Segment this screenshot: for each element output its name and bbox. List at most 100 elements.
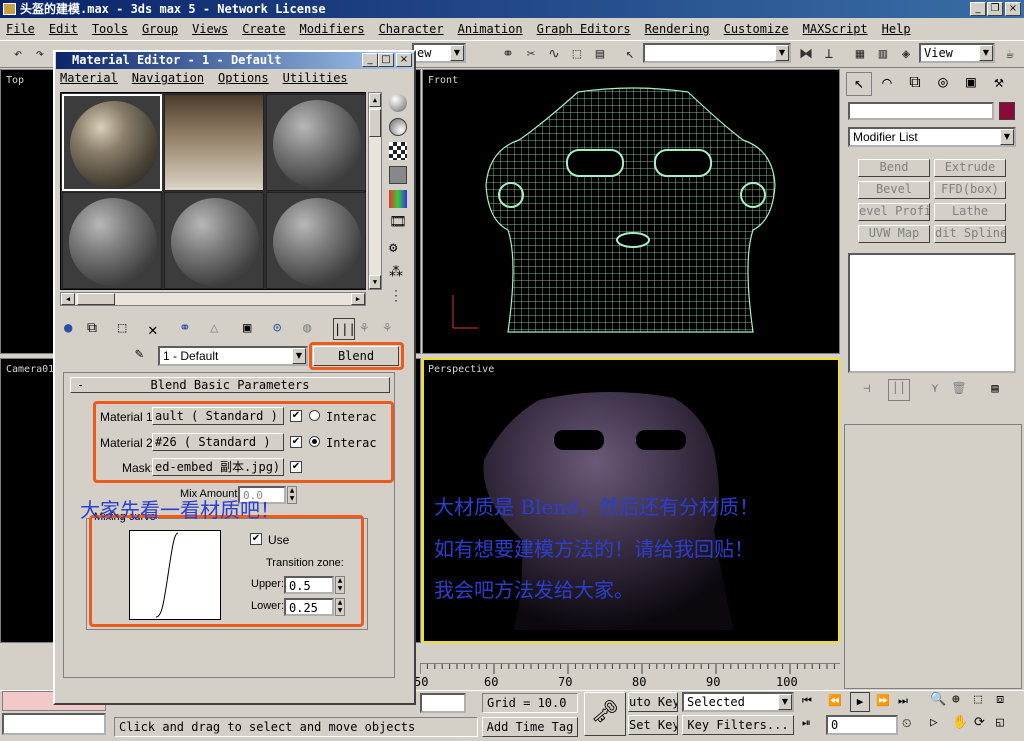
- maxscript-listener[interactable]: [2, 713, 106, 735]
- select-icon[interactable]: ⬚: [567, 44, 587, 64]
- field-of-view-icon[interactable]: ▷: [930, 715, 948, 730]
- configure-sets-icon[interactable]: ▤: [986, 381, 1004, 399]
- bend-button[interactable]: Bend: [858, 159, 930, 177]
- zoom-icon[interactable]: 🔍: [930, 692, 948, 707]
- menu-character[interactable]: Character: [379, 22, 444, 36]
- sample-slot-2[interactable]: [164, 94, 264, 191]
- auto-key-button[interactable]: uto Key: [628, 692, 678, 712]
- goto-end-icon[interactable]: ⏭: [898, 694, 916, 708]
- layer-icon[interactable]: ▦: [850, 44, 870, 64]
- backlight-icon[interactable]: [389, 118, 407, 136]
- menu-tools[interactable]: Tools: [92, 22, 128, 36]
- scroll-up-icon[interactable]: ▲: [369, 93, 381, 107]
- material-navigator-icon[interactable]: ⋮: [389, 288, 407, 306]
- selected-dropdown[interactable]: Selected ▼: [682, 692, 794, 712]
- app-icon[interactable]: [3, 3, 16, 15]
- select-object-icon[interactable]: ↖: [620, 44, 640, 64]
- make-unique-material-icon[interactable]: ⚭: [179, 320, 197, 338]
- minimize-button[interactable]: _: [970, 2, 986, 16]
- maximize-viewport-icon[interactable]: ◱: [996, 715, 1014, 730]
- timeline-ruler[interactable]: 50 60 70 80 90 100: [414, 663, 840, 689]
- slots-horizontal-scrollbar[interactable]: ◀ ▶: [60, 292, 366, 306]
- time-config-icon[interactable]: ⏲: [902, 716, 920, 731]
- zoom-all-icon[interactable]: ⊕: [952, 692, 970, 707]
- zoom-extents-all-icon[interactable]: ⧈: [996, 692, 1014, 707]
- modifier-stack[interactable]: [848, 253, 1016, 373]
- menu-modifiers[interactable]: Modifiers: [300, 22, 365, 36]
- me-close-button[interactable]: ×: [396, 53, 412, 67]
- render-view-dropdown[interactable]: View ▼: [919, 43, 995, 63]
- put-to-library-icon[interactable]: △: [210, 320, 228, 338]
- get-material-icon[interactable]: ●: [64, 320, 82, 338]
- menu-graph-editors[interactable]: Graph Editors: [537, 22, 631, 36]
- video-color-check-icon[interactable]: [389, 190, 407, 208]
- mix-amount-spinner[interactable]: ▲ ▼: [287, 486, 297, 504]
- prev-frame-icon[interactable]: ⏪: [828, 694, 846, 707]
- lathe-button[interactable]: Lathe: [934, 203, 1006, 221]
- coord-field[interactable]: [420, 693, 466, 713]
- add-time-tag-button[interactable]: Add Time Tag: [482, 717, 578, 737]
- zoom-extents-icon[interactable]: ⬚: [974, 692, 992, 707]
- material-name-dropdown[interactable]: 1 - Default ▼: [158, 346, 308, 366]
- play-icon[interactable]: ▶: [850, 692, 870, 712]
- object-name-field[interactable]: [848, 102, 994, 120]
- key-mode-toggle-icon[interactable]: ⏯: [802, 716, 820, 730]
- pan-icon[interactable]: ✋: [952, 715, 970, 730]
- reset-map-icon[interactable]: ✕: [148, 320, 166, 339]
- me-maximize-button[interactable]: □: [378, 53, 394, 67]
- assign-to-selection-icon[interactable]: ⬚: [118, 320, 136, 338]
- object-color-swatch[interactable]: [999, 102, 1015, 120]
- track-view-icon[interactable]: ▥: [873, 44, 893, 64]
- scroll-down-icon[interactable]: ▼: [369, 275, 381, 289]
- go-forward-sibling-icon[interactable]: ⚘: [360, 320, 378, 338]
- sample-slot-5[interactable]: [164, 192, 264, 289]
- me-menu-navigation[interactable]: Navigation: [132, 71, 204, 85]
- options-icon[interactable]: ⚙: [389, 240, 407, 258]
- current-frame-field[interactable]: 0: [826, 715, 898, 735]
- make-preview-icon[interactable]: 🎞: [389, 214, 407, 232]
- goto-start-icon[interactable]: ⏮: [802, 694, 820, 708]
- extrude-button[interactable]: Extrude: [934, 159, 1006, 177]
- scroll-right-icon[interactable]: ▶: [351, 293, 365, 305]
- sample-slot-4[interactable]: [62, 192, 162, 289]
- show-end-result-icon[interactable]: ||: [888, 379, 910, 401]
- restore-button[interactable]: ❐: [987, 2, 1003, 16]
- partial-dropdown[interactable]: ew ▼: [412, 43, 466, 63]
- modify-tab-icon[interactable]: ⌒: [874, 72, 900, 96]
- menu-maxscript[interactable]: MAXScript: [803, 22, 868, 36]
- sample-slot-6[interactable]: [266, 192, 366, 289]
- selection-set-dropdown[interactable]: ▼: [643, 43, 791, 63]
- material-editor-titlebar[interactable]: Material Editor - 1 - Default: [56, 52, 413, 69]
- quick-render-icon[interactable]: ☕: [1000, 44, 1020, 64]
- bevel-button[interactable]: Bevel: [858, 181, 930, 199]
- h-scroll-thumb[interactable]: [77, 293, 115, 305]
- sample-uv-tiling-icon[interactable]: [389, 166, 407, 184]
- rollout-header[interactable]: - Blend Basic Parameters: [70, 377, 390, 393]
- background-icon[interactable]: [389, 142, 407, 160]
- scroll-thumb[interactable]: [369, 109, 381, 137]
- show-end-result-material-icon[interactable]: ◍: [303, 320, 321, 338]
- arc-rotate-icon[interactable]: ⟳: [974, 715, 992, 730]
- align-icon[interactable]: ⊥: [819, 44, 839, 64]
- show-map-icon[interactable]: ⊙: [273, 320, 291, 338]
- mirror-icon[interactable]: ⧓: [796, 44, 816, 64]
- next-frame-icon[interactable]: ⏩: [876, 694, 894, 707]
- menu-create[interactable]: Create: [242, 22, 285, 36]
- me-menu-options[interactable]: Options: [218, 71, 269, 85]
- menu-file[interactable]: File: [6, 22, 35, 36]
- menu-views[interactable]: Views: [192, 22, 228, 36]
- scroll-left-icon[interactable]: ◀: [61, 293, 75, 305]
- modifier-list-dropdown[interactable]: Modifier List ▼: [848, 127, 1016, 147]
- remove-modifier-icon[interactable]: 🗑: [950, 381, 968, 399]
- viewport-front[interactable]: Front: [422, 69, 840, 354]
- material-effects-channel-icon[interactable]: ▣: [243, 320, 261, 338]
- ffd-box-button[interactable]: FFD(box): [934, 181, 1006, 199]
- menu-help[interactable]: Help: [882, 22, 911, 36]
- bind-space-warp-icon[interactable]: ∿: [544, 44, 564, 64]
- edit-spline-button[interactable]: dit Spline: [934, 225, 1006, 243]
- put-to-scene-icon[interactable]: ⧉: [87, 320, 105, 338]
- eyedropper-icon[interactable]: ✎: [135, 346, 153, 364]
- redo-icon[interactable]: ↷: [30, 44, 50, 64]
- sample-type-icon[interactable]: [389, 94, 407, 112]
- display-tab-icon[interactable]: ▣: [958, 72, 984, 96]
